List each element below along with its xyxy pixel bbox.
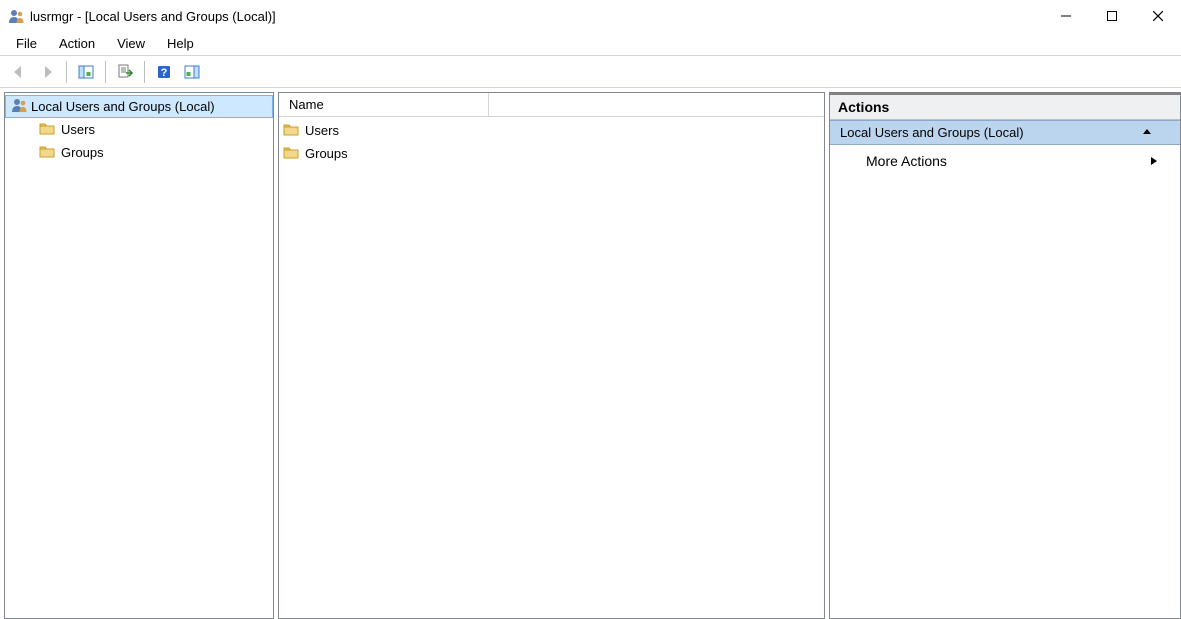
list-item-name: Groups (305, 146, 348, 161)
actions-header: Actions (830, 95, 1180, 120)
tree: Local Users and Groups (Local) Users (5, 93, 273, 166)
users-groups-icon (11, 97, 27, 116)
close-button[interactable] (1135, 0, 1181, 32)
tree-item-users[interactable]: Users (5, 118, 273, 141)
action-label: More Actions (866, 153, 947, 169)
list-body: Users Groups (279, 117, 824, 167)
actions-section-header[interactable]: Local Users and Groups (Local) (830, 120, 1180, 145)
tree-item-label: Users (61, 122, 95, 137)
column-name[interactable]: Name (279, 93, 489, 116)
window-title: lusrmgr - [Local Users and Groups (Local… (30, 9, 1043, 24)
help-button[interactable]: ? (151, 59, 177, 85)
app-icon (8, 8, 24, 24)
content-area: Local Users and Groups (Local) Users (0, 88, 1181, 619)
tree-root-label: Local Users and Groups (Local) (31, 99, 215, 114)
actions-panel: Actions Local Users and Groups (Local) M… (829, 92, 1181, 619)
menu-file[interactable]: File (6, 34, 47, 53)
menu-view[interactable]: View (107, 34, 155, 53)
tree-panel: Local Users and Groups (Local) Users (4, 92, 274, 619)
folder-icon (39, 143, 55, 162)
forward-button[interactable] (34, 59, 60, 85)
menu-action[interactable]: Action (49, 34, 105, 53)
show-hide-action-pane-button[interactable] (179, 59, 205, 85)
list-panel: Name Users Groups (278, 92, 825, 619)
show-hide-tree-button[interactable] (73, 59, 99, 85)
toolbar-separator (144, 61, 145, 83)
toolbar: ? (0, 56, 1181, 88)
window-controls (1043, 0, 1181, 32)
export-list-button[interactable] (112, 59, 138, 85)
tree-root[interactable]: Local Users and Groups (Local) (5, 95, 273, 118)
folder-icon (39, 120, 55, 139)
action-more-actions[interactable]: More Actions (830, 145, 1180, 177)
back-button[interactable] (6, 59, 32, 85)
toolbar-separator (105, 61, 106, 83)
collapse-icon (1142, 125, 1152, 140)
list-header: Name (279, 93, 824, 117)
tree-item-groups[interactable]: Groups (5, 141, 273, 164)
folder-icon (283, 144, 299, 163)
list-item[interactable]: Users (279, 119, 824, 142)
menu-help[interactable]: Help (157, 34, 204, 53)
svg-text:?: ? (161, 67, 168, 79)
submenu-icon (1150, 153, 1158, 169)
minimize-button[interactable] (1043, 0, 1089, 32)
list-item[interactable]: Groups (279, 142, 824, 165)
tree-item-label: Groups (61, 145, 104, 160)
menubar: File Action View Help (0, 32, 1181, 56)
list-item-name: Users (305, 123, 339, 138)
maximize-button[interactable] (1089, 0, 1135, 32)
folder-icon (283, 121, 299, 140)
toolbar-separator (66, 61, 67, 83)
actions-section-label: Local Users and Groups (Local) (840, 125, 1024, 140)
titlebar: lusrmgr - [Local Users and Groups (Local… (0, 0, 1181, 32)
